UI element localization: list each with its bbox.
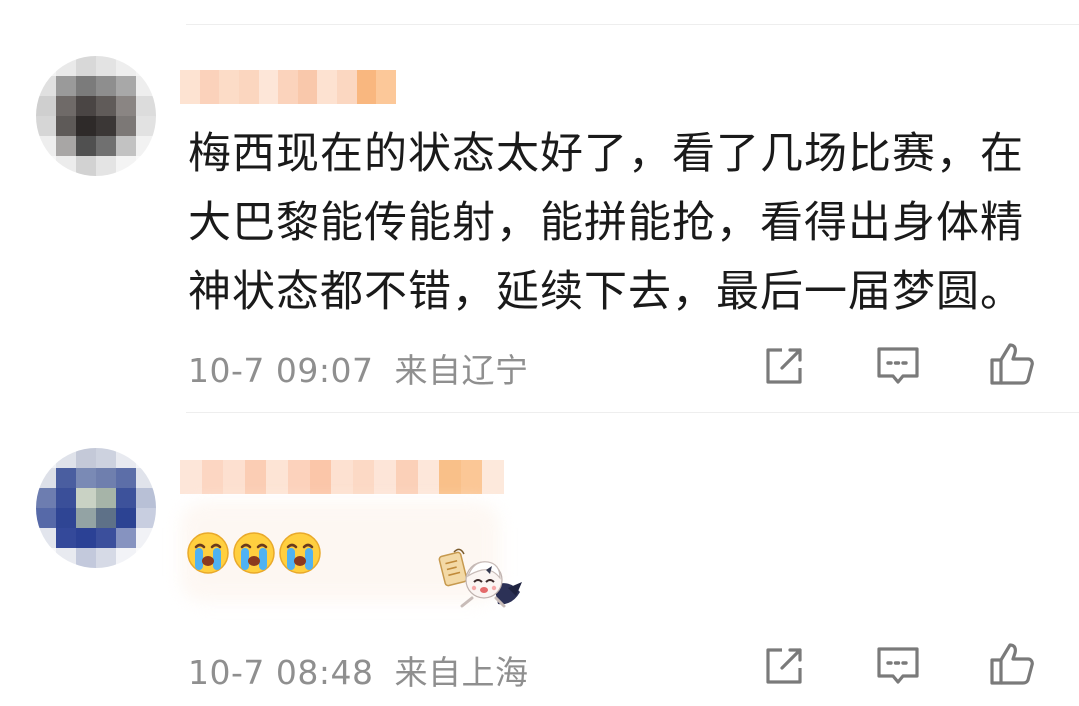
crying-face-icon (233, 532, 275, 574)
anime-sticker-icon (438, 548, 522, 608)
comment-icon (877, 647, 919, 684)
comment-divider (186, 412, 1079, 413)
crying-face-icon (187, 532, 229, 574)
comment-button[interactable] (874, 342, 922, 390)
location: 来自上海 (394, 653, 529, 692)
comment-icon (877, 347, 919, 384)
comment-meta: 10-7 08:48 来自上海 (188, 646, 529, 694)
timestamp: 10-7 08:48 (188, 653, 374, 692)
top-divider (186, 24, 1079, 25)
blurred-avatar-icon (36, 448, 156, 568)
like-button[interactable] (988, 640, 1036, 688)
share-icon (766, 648, 802, 684)
emoji-row (186, 531, 322, 575)
crying-face-icon (279, 532, 321, 574)
share-button[interactable] (760, 642, 808, 690)
comment-line: 神状态都不错，延续下去，最后一届梦圆。 (188, 267, 1024, 317)
share-icon (766, 348, 802, 384)
avatar[interactable] (36, 448, 156, 568)
timestamp: 10-7 09:07 (188, 351, 374, 390)
comment-line: 梅西现在的状态太好了，看了几场比赛，在 (188, 129, 1024, 179)
username-blurred[interactable] (180, 460, 504, 494)
like-icon (990, 343, 1034, 385)
like-button[interactable] (988, 340, 1036, 388)
location: 来自辽宁 (394, 351, 529, 390)
like-icon (990, 643, 1034, 685)
comment-button[interactable] (874, 642, 922, 690)
avatar[interactable] (36, 56, 156, 176)
share-button[interactable] (760, 342, 808, 390)
comment-meta: 10-7 09:07 来自辽宁 (188, 344, 529, 392)
comment-line: 大巴黎能传能射，能拼能抢，看得出身体精 (188, 198, 1024, 248)
comment-text: 梅西现在的状态太好了，看了几场比赛，在 大巴黎能传能射，能拼能抢，看得出身体精 … (188, 120, 1058, 327)
username-blurred[interactable] (180, 70, 396, 104)
blurred-avatar-icon (36, 56, 156, 176)
